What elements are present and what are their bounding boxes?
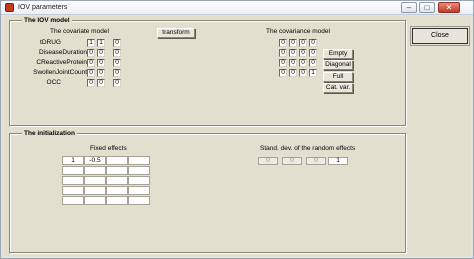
iov-model-panel: The IOV model The covariate model transf… <box>9 17 407 127</box>
window-title: IOV parameters <box>18 4 68 11</box>
fixed-effect-cell[interactable] <box>62 196 84 205</box>
sd-cell[interactable]: 0 <box>258 157 278 165</box>
app-icon <box>5 3 14 12</box>
covariate-cell[interactable]: 0 <box>113 59 121 67</box>
covariance-cell[interactable]: 0 <box>279 59 287 67</box>
covariance-cell[interactable]: 0 <box>289 69 297 77</box>
covariance-cell[interactable]: 0 <box>309 39 317 47</box>
covariance-cell[interactable]: 0 <box>299 39 307 47</box>
covariance-cell[interactable]: 0 <box>279 49 287 57</box>
covariance-cell[interactable]: 1 <box>309 69 317 77</box>
fixed-effect-cell[interactable] <box>128 156 150 165</box>
covariance-cell[interactable]: 0 <box>299 59 307 67</box>
title-bar: IOV parameters – □ ✕ <box>1 1 473 15</box>
initialization-panel: The initialization Fixed effects 1 -0.5 <box>9 130 407 254</box>
iov-parameters-window: IOV parameters – □ ✕ The IOV model The c… <box>0 0 474 259</box>
diagonal-button[interactable]: Diagonal <box>323 60 353 70</box>
covariate-cell[interactable]: 0 <box>113 79 121 87</box>
covariate-cell[interactable]: 1 <box>97 39 105 47</box>
covariate-cell[interactable]: 0 <box>97 79 105 87</box>
client-area: The IOV model The covariate model transf… <box>4 16 471 256</box>
covariance-model-label: The covariance model <box>266 28 330 35</box>
covariate-cell[interactable]: 0 <box>97 69 105 77</box>
covariate-name: SwollenJointCount <box>33 69 87 76</box>
covariate-cell[interactable]: 0 <box>113 39 121 47</box>
cat-var-button[interactable]: Cat. var. <box>323 83 353 93</box>
covariate-cell[interactable]: 0 <box>87 79 95 87</box>
fixed-effect-cell[interactable] <box>128 176 150 185</box>
covariance-cell[interactable]: 0 <box>299 49 307 57</box>
covariate-cell[interactable]: 0 <box>113 49 121 57</box>
fixed-effect-cell[interactable] <box>106 156 128 165</box>
fixed-effect-cell[interactable]: -0.5 <box>84 156 106 165</box>
fixed-effects-label: Fixed effects <box>90 145 127 152</box>
covariance-cell[interactable]: 0 <box>279 39 287 47</box>
fixed-effect-cell[interactable] <box>62 186 84 195</box>
window-close-button[interactable]: ✕ <box>438 2 460 13</box>
covariance-cell[interactable]: 0 <box>289 49 297 57</box>
covariate-cell[interactable]: 0 <box>97 49 105 57</box>
fixed-effect-cell[interactable] <box>84 176 106 185</box>
covariance-cell[interactable]: 0 <box>299 69 307 77</box>
sd-cell[interactable]: 1 <box>328 157 348 165</box>
iov-panel-title: The IOV model <box>22 17 72 24</box>
covariance-cell[interactable]: 0 <box>279 69 287 77</box>
covariate-cell[interactable]: 1 <box>87 39 95 47</box>
init-panel-title: The initialization <box>22 130 77 137</box>
full-button[interactable]: Full <box>323 72 353 82</box>
minimize-button[interactable]: – <box>401 2 417 13</box>
sd-cell[interactable]: 0 <box>306 157 326 165</box>
covariance-cell[interactable]: 0 <box>289 39 297 47</box>
fixed-effect-cell[interactable] <box>84 166 106 175</box>
covariate-cell[interactable]: 0 <box>87 69 95 77</box>
maximize-button[interactable]: □ <box>419 2 435 13</box>
fixed-effect-cell[interactable] <box>128 196 150 205</box>
covariate-model-label: The covariate model <box>50 28 109 35</box>
sd-random-effects-label: Stand. dev. of the random effects <box>260 145 356 152</box>
fixed-effect-cell[interactable] <box>106 196 128 205</box>
close-button[interactable]: Close <box>410 26 470 46</box>
covariate-cell[interactable]: 0 <box>113 69 121 77</box>
covariate-name: DiseaseDuration <box>38 49 87 56</box>
fixed-effect-cell[interactable] <box>106 186 128 195</box>
covariate-name: OCC <box>46 79 61 86</box>
fixed-effect-cell[interactable] <box>128 186 150 195</box>
transform-button[interactable]: transform <box>157 28 195 38</box>
fixed-effect-cell[interactable] <box>62 176 84 185</box>
fixed-effect-cell[interactable] <box>106 166 128 175</box>
fixed-effect-cell[interactable] <box>106 176 128 185</box>
fixed-effect-cell[interactable] <box>62 166 84 175</box>
fixed-effect-cell[interactable]: 1 <box>62 156 84 165</box>
sd-cell[interactable]: 0 <box>282 157 302 165</box>
empty-button[interactable]: Empty <box>323 49 353 59</box>
fixed-effect-cell[interactable] <box>84 196 106 205</box>
fixed-effect-cell[interactable] <box>84 186 106 195</box>
covariate-name: tDRUG <box>40 39 61 46</box>
covariance-cell[interactable]: 0 <box>289 59 297 67</box>
fixed-effect-cell[interactable] <box>128 166 150 175</box>
covariate-cell[interactable]: 0 <box>87 49 95 57</box>
covariance-cell[interactable]: 0 <box>309 49 317 57</box>
covariance-cell[interactable]: 0 <box>309 59 317 67</box>
covariate-cell[interactable]: 0 <box>97 59 105 67</box>
covariate-name: CReactiveProtein <box>36 59 87 66</box>
covariate-cell[interactable]: 0 <box>87 59 95 67</box>
